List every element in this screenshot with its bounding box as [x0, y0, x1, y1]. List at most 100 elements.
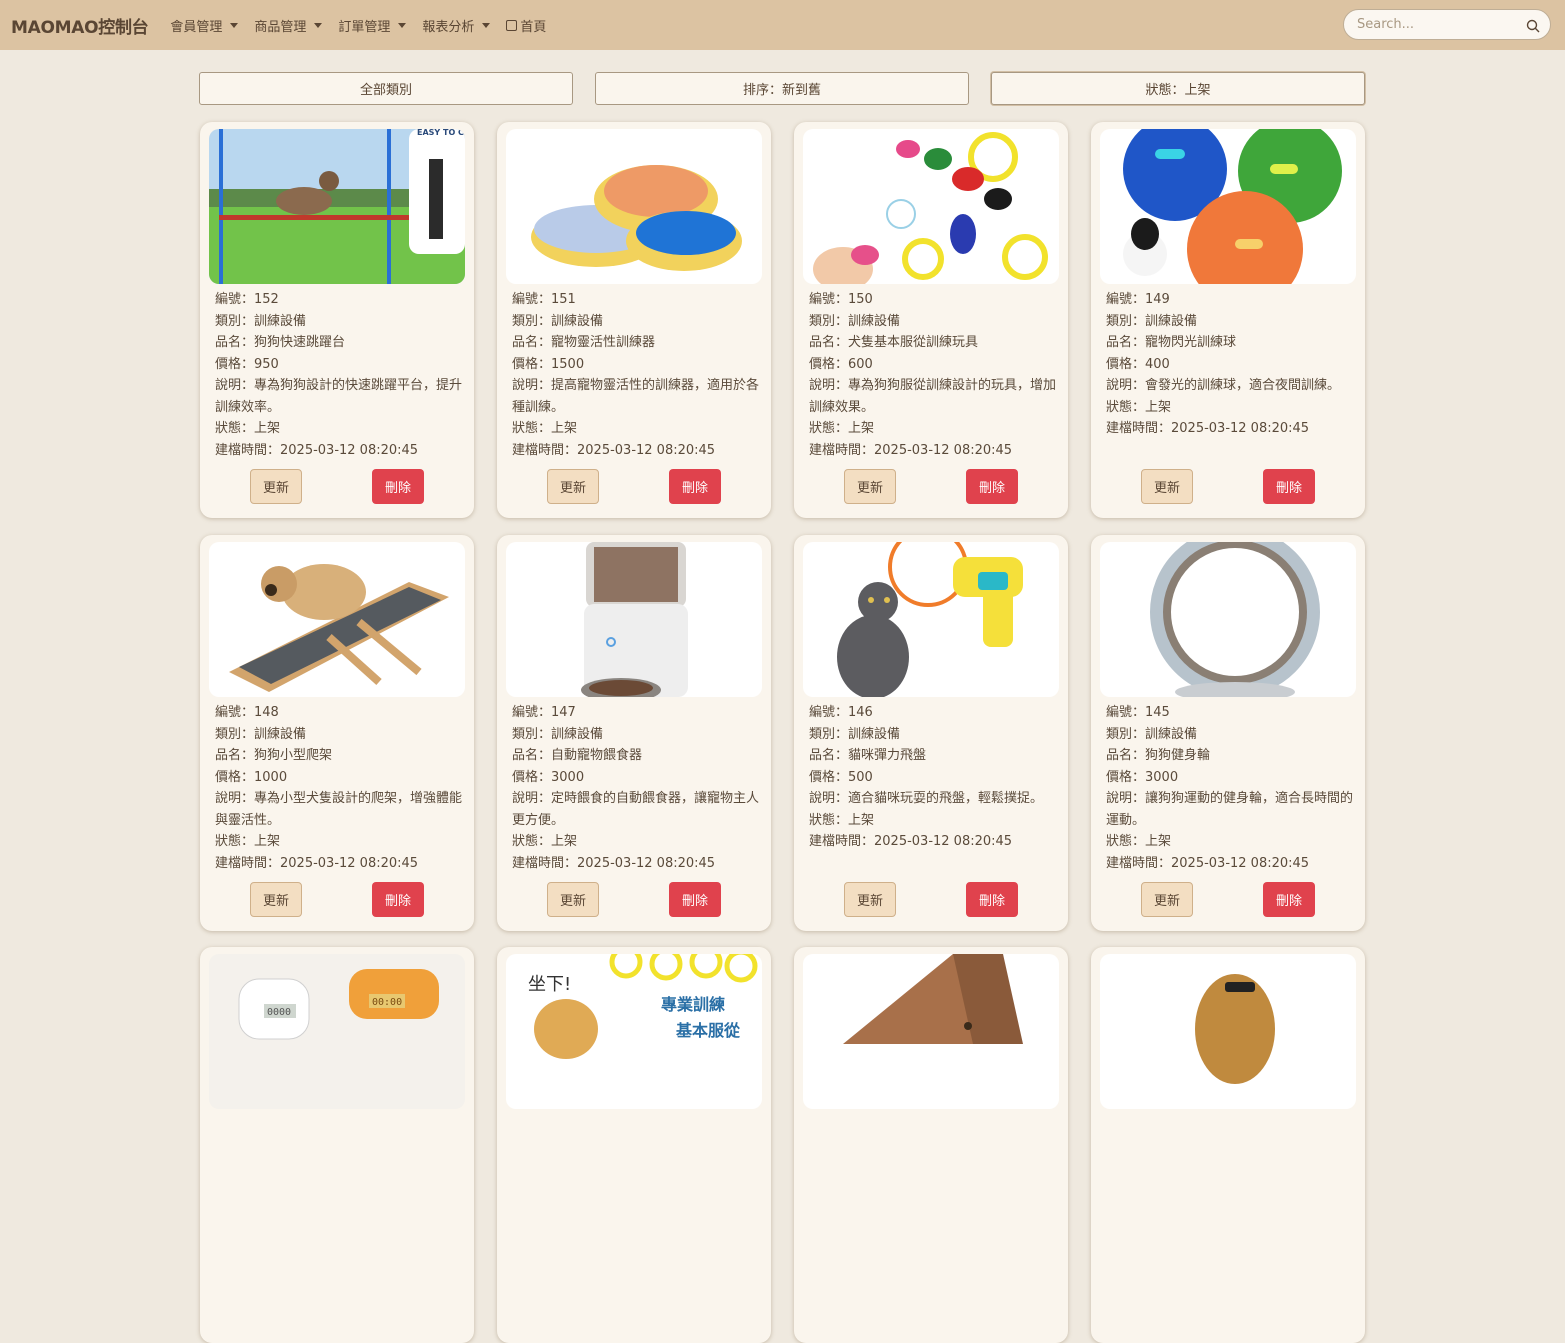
nav-product-dropdown[interactable]: 商品管理	[254, 16, 323, 35]
brand-logo[interactable]: MAOMAO控制台	[11, 13, 149, 38]
product-info: 編號：149 類別：訓練設備 品名：寵物閃光訓練球 價格：400 說明：會發光的…	[1106, 289, 1354, 440]
product-status: 狀態：上架	[512, 834, 578, 849]
product-image	[506, 129, 762, 284]
image-text: 坐下!	[528, 974, 571, 995]
nav-order-dropdown[interactable]: 訂單管理	[338, 16, 407, 35]
search-icon[interactable]	[1526, 19, 1540, 33]
product-image	[506, 542, 762, 697]
update-button[interactable]: 更新	[547, 469, 599, 504]
nav-member-label: 會員管理	[170, 19, 223, 35]
product-created-time: 建檔時間：2025-03-12 08:20:45	[512, 855, 716, 871]
product-card: 編號：150 類別：訓練設備 品名：犬隻基本服從訓練玩具 價格：600 說明：專…	[794, 122, 1068, 518]
product-description: 說明：讓狗狗運動的健身輪，適合長時間的運動。	[1106, 791, 1354, 828]
image-text: 00:00	[372, 997, 402, 1008]
product-price: 價格：1500	[512, 356, 585, 372]
product-name: 品名：犬隻基本服從訓練玩具	[809, 335, 979, 350]
product-description: 說明：會發光的訓練球，適合夜間訓練。	[1106, 378, 1341, 393]
update-button[interactable]: 更新	[250, 469, 302, 504]
product-info: 編號：152 類別：訓練設備 品名：狗狗快速跳躍台 價格：950 說明：專為狗狗…	[215, 289, 463, 461]
update-button[interactable]: 更新	[1141, 882, 1193, 917]
product-description: 說明：專為狗狗服從訓練設計的玩具，增加訓練效果。	[809, 378, 1057, 415]
chevron-down-icon	[482, 22, 491, 28]
nav-member-dropdown[interactable]: 會員管理	[170, 16, 239, 35]
product-description: 說明：專為小型犬隻設計的爬架，增強體能與靈活性。	[215, 791, 463, 828]
product-name: 品名：寵物閃光訓練球	[1106, 335, 1237, 350]
nav-report-dropdown[interactable]: 報表分析	[422, 16, 491, 35]
nav-home-label: 首頁	[520, 19, 547, 35]
delete-button[interactable]: 刪除	[669, 469, 721, 504]
product-card: 0000 00:00	[200, 947, 474, 1343]
product-id: 編號：151	[512, 292, 576, 307]
product-image	[803, 954, 1059, 1109]
delete-button[interactable]: 刪除	[966, 469, 1018, 504]
product-description: 說明：提高寵物靈活性的訓練器，適用於各種訓練。	[512, 378, 760, 415]
status-filter[interactable]: 狀態：上架	[991, 72, 1365, 105]
product-image	[209, 542, 465, 697]
nav-order-label: 訂單管理	[338, 19, 391, 35]
product-info: 編號：148 類別：訓練設備 品名：狗狗小型爬架 價格：1000 說明：專為小型…	[215, 702, 463, 874]
product-price: 價格：600	[809, 356, 873, 372]
product-name: 品名：狗狗小型爬架	[215, 748, 333, 763]
delete-button[interactable]: 刪除	[1263, 469, 1315, 504]
delete-button[interactable]: 刪除	[966, 882, 1018, 917]
update-button[interactable]: 更新	[844, 469, 896, 504]
product-price: 價格：1000	[215, 769, 288, 785]
chevron-down-icon	[314, 22, 323, 28]
product-card: 坐下! 專業訓練 基本服從	[497, 947, 771, 1343]
product-image: 坐下! 專業訓練 基本服從	[506, 954, 762, 1109]
product-image: EASY TO CARRY	[209, 129, 465, 284]
product-price: 價格：3000	[1106, 769, 1179, 785]
product-status: 狀態：上架	[512, 421, 578, 436]
product-id: 編號：147	[512, 705, 576, 720]
product-name: 品名：狗狗快速跳躍台	[215, 335, 346, 350]
sort-filter[interactable]: 排序：新到舊	[595, 72, 969, 105]
product-image	[1100, 129, 1356, 284]
update-button[interactable]: 更新	[547, 882, 599, 917]
update-button[interactable]: 更新	[1141, 469, 1193, 504]
nav-product-label: 商品管理	[254, 19, 307, 35]
product-image	[1100, 542, 1356, 697]
product-image	[803, 129, 1059, 284]
delete-button[interactable]: 刪除	[1263, 882, 1315, 917]
product-category: 類別：訓練設備	[512, 726, 604, 742]
delete-button[interactable]: 刪除	[372, 882, 424, 917]
search-input[interactable]	[1355, 16, 1519, 33]
product-status: 狀態：上架	[809, 421, 875, 436]
delete-button[interactable]: 刪除	[669, 882, 721, 917]
nav-menu: 會員管理 商品管理 訂單管理 報表分析 首頁	[170, 16, 562, 35]
product-status: 狀態：上架	[215, 421, 281, 436]
product-id: 編號：149	[1106, 292, 1170, 307]
product-created-time: 建檔時間：2025-03-12 08:20:45	[215, 855, 419, 871]
product-created-time: 建檔時間：2025-03-12 08:20:45	[1106, 855, 1310, 871]
product-image	[803, 542, 1059, 697]
product-id: 編號：146	[809, 705, 873, 720]
product-card: 編號：147 類別：訓練設備 品名：自動寵物餵食器 價格：3000 說明：定時餵…	[497, 535, 771, 931]
product-image: 0000 00:00	[209, 954, 465, 1109]
product-card: 編號：145 類別：訓練設備 品名：狗狗健身輪 價格：3000 說明：讓狗狗運動…	[1091, 535, 1365, 931]
update-button[interactable]: 更新	[250, 882, 302, 917]
product-created-time: 建檔時間：2025-03-12 08:20:45	[809, 834, 1013, 849]
product-created-time: 建檔時間：2025-03-12 08:20:45	[1106, 421, 1310, 436]
nav-home-link[interactable]: 首頁	[506, 16, 546, 35]
product-category: 類別：訓練設備	[215, 726, 307, 742]
update-button[interactable]: 更新	[844, 882, 896, 917]
product-id: 編號：145	[1106, 705, 1170, 720]
product-category: 類別：訓練設備	[512, 313, 604, 329]
product-created-time: 建檔時間：2025-03-12 08:20:45	[512, 442, 716, 458]
delete-button[interactable]: 刪除	[372, 469, 424, 504]
product-info: 編號：147 類別：訓練設備 品名：自動寵物餵食器 價格：3000 說明：定時餵…	[512, 702, 760, 874]
product-description: 說明：定時餵食的自動餵食器，讓寵物主人更方便。	[512, 791, 760, 828]
category-filter[interactable]: 全部類別	[199, 72, 573, 105]
product-description: 說明：專為狗狗設計的快速跳躍平台，提升訓練效率。	[215, 378, 463, 415]
product-category: 類別：訓練設備	[809, 726, 901, 742]
product-info: 編號：151 類別：訓練設備 品名：寵物靈活性訓練器 價格：1500 說明：提高…	[512, 289, 760, 461]
product-price: 價格：400	[1106, 356, 1170, 372]
product-card	[1091, 947, 1365, 1343]
image-caption: EASY TO CARRY	[417, 129, 465, 137]
product-info: 編號：146 類別：訓練設備 品名：貓咪彈力飛盤 價格：500 說明：適合貓咪玩…	[809, 702, 1057, 853]
product-card	[794, 947, 1068, 1343]
product-card: EASY TO CARRY 編號：152 類別：訓練設備 品名：狗狗快速跳躍台 …	[200, 122, 474, 518]
product-status: 狀態：上架	[1106, 399, 1172, 415]
chevron-down-icon	[230, 22, 239, 28]
image-text: 專業訓練	[661, 995, 725, 1014]
